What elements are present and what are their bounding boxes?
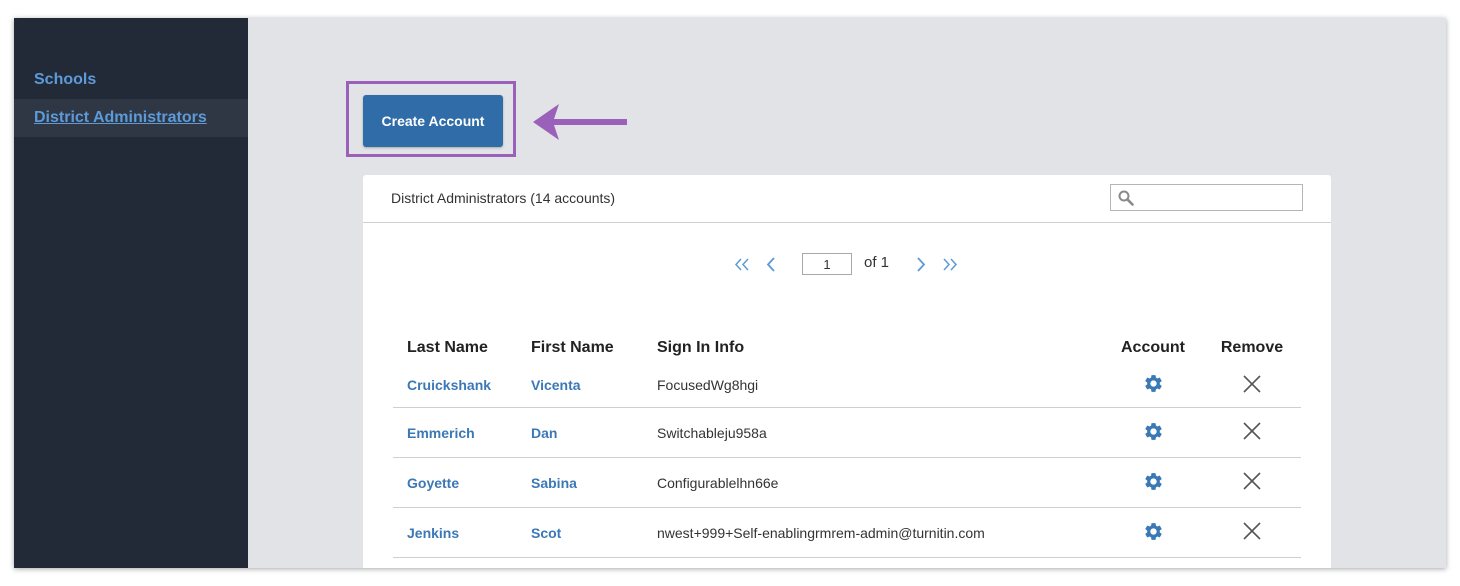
- first-name-link[interactable]: Vicenta: [531, 377, 581, 393]
- app-window: Schools District Administrators Create A…: [14, 18, 1446, 568]
- double-chevron-right-icon[interactable]: [942, 258, 958, 271]
- gear-icon[interactable]: [1143, 521, 1164, 545]
- search-icon: [1118, 190, 1134, 206]
- table-row: Jenkins Scot nwest+999+Self-enablingrmre…: [393, 507, 1301, 558]
- sign-in-info: FocusedWg8hgi: [643, 363, 1103, 408]
- column-header-last-name[interactable]: Last Name: [393, 333, 517, 363]
- sidebar-item-district-administrators[interactable]: District Administrators: [14, 99, 248, 137]
- table-header-row: Last Name First Name Sign In Info Accoun…: [393, 333, 1301, 363]
- table-row: Emmerich Dan Switchableju958a: [393, 407, 1301, 458]
- page-number-input[interactable]: [802, 253, 852, 275]
- administrators-table: Last Name First Name Sign In Info Accoun…: [393, 333, 1301, 558]
- page-count: of 1: [864, 254, 890, 271]
- column-header-sign-in-info[interactable]: Sign In Info: [643, 333, 1103, 363]
- table-row: Cruickshank Vicenta FocusedWg8hgi: [393, 363, 1301, 408]
- last-name-link[interactable]: Cruickshank: [407, 377, 491, 393]
- administrators-panel: District Administrators (14 accounts) 1 …: [363, 175, 1331, 568]
- column-header-first-name[interactable]: First Name: [517, 333, 643, 363]
- close-icon[interactable]: [1243, 422, 1261, 443]
- pagination: of 1: [363, 252, 1331, 278]
- column-header-remove: Remove: [1220, 339, 1284, 356]
- sign-in-info: nwest+999+Self-enablingrmrem-admin@turni…: [643, 507, 1103, 558]
- create-account-button[interactable]: Create Account: [363, 95, 503, 147]
- chevron-right-icon[interactable]: [916, 257, 926, 272]
- close-icon[interactable]: [1243, 472, 1261, 493]
- panel-header: District Administrators (14 accounts): [363, 175, 1331, 223]
- gear-icon[interactable]: [1143, 421, 1164, 445]
- panel-title: District Administrators (14 accounts): [391, 190, 616, 206]
- sign-in-info: Configurablelhn66e: [643, 457, 1103, 508]
- gear-icon[interactable]: [1143, 471, 1164, 495]
- search-box[interactable]: [1110, 184, 1303, 211]
- last-name-link[interactable]: Jenkins: [407, 525, 459, 541]
- main-content: Create Account District Administrators (…: [248, 18, 1446, 568]
- table-row: Goyette Sabina Configurablelhn66e: [393, 457, 1301, 508]
- column-header-account: Account: [1121, 339, 1185, 356]
- gear-icon[interactable]: [1143, 373, 1164, 397]
- sidebar-item-schools[interactable]: Schools: [14, 61, 248, 99]
- last-name-link[interactable]: Goyette: [407, 475, 459, 491]
- first-name-link[interactable]: Dan: [531, 425, 557, 441]
- close-icon[interactable]: [1243, 374, 1261, 396]
- sidebar: Schools District Administrators: [14, 18, 248, 568]
- close-icon[interactable]: [1243, 522, 1261, 543]
- search-input[interactable]: [1139, 187, 1301, 209]
- first-name-link[interactable]: Scot: [531, 525, 561, 541]
- chevron-left-icon[interactable]: [766, 257, 776, 272]
- sign-in-info: Switchableju958a: [643, 407, 1103, 458]
- last-name-link[interactable]: Emmerich: [407, 425, 475, 441]
- double-chevron-left-icon[interactable]: [734, 258, 750, 271]
- annotation-arrow-icon: [533, 104, 627, 140]
- first-name-link[interactable]: Sabina: [531, 475, 577, 491]
